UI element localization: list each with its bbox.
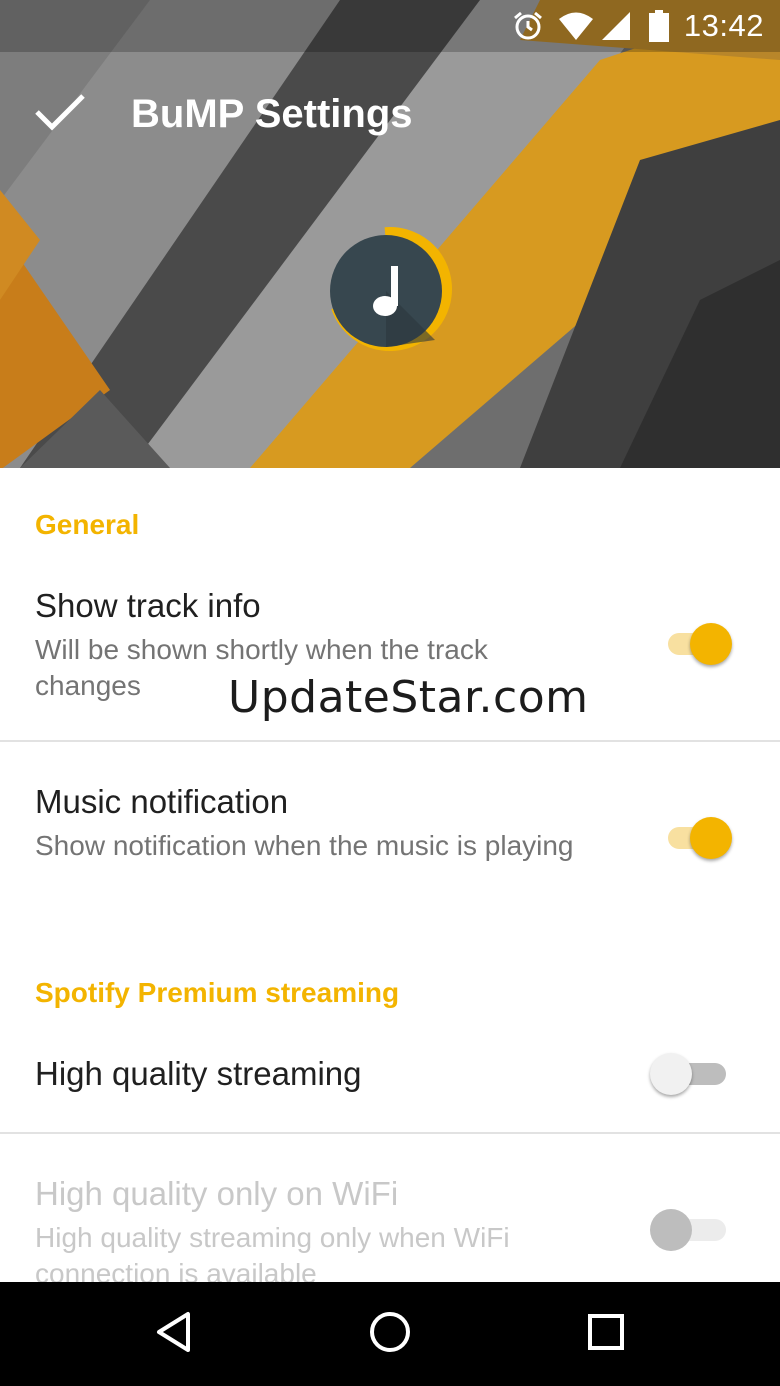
pref-title: High quality streaming [35, 1055, 362, 1092]
recents-icon [586, 1312, 626, 1357]
pref-title: High quality only on WiFi [35, 1175, 399, 1212]
watermark: UpdateStar.com [228, 672, 589, 723]
wifi-icon [558, 10, 594, 47]
nav-recents-button[interactable] [574, 1304, 638, 1364]
battery-icon [648, 10, 670, 47]
pref-high-quality-streaming[interactable]: High quality streaming [0, 1036, 780, 1132]
navigation-bar [0, 1282, 780, 1386]
alarm-icon [512, 10, 544, 47]
music-notification-toggle[interactable] [664, 814, 738, 862]
pref-music-notification[interactable]: Music notification Show notification whe… [0, 764, 780, 924]
show-track-info-toggle[interactable] [664, 620, 738, 668]
pref-title: Show track info [35, 587, 261, 624]
preferences-list: General Show track info Will be shown sh… [0, 468, 780, 1282]
divider [0, 740, 780, 742]
status-clock: 13:42 [683, 8, 764, 43]
settings-header: 13:42 BuMP Settings [0, 0, 780, 468]
nav-back-button[interactable] [142, 1304, 206, 1364]
divider [0, 1132, 780, 1134]
check-icon [33, 92, 87, 137]
page-title: BuMP Settings [131, 92, 413, 136]
high-quality-streaming-toggle[interactable] [650, 1050, 726, 1098]
status-bar: 13:42 [0, 0, 780, 52]
app-logo [325, 224, 455, 354]
signal-icon [600, 10, 632, 47]
confirm-button[interactable] [24, 82, 96, 146]
pref-summary: High quality streaming only when WiFi co… [35, 1222, 510, 1282]
nav-home-button[interactable] [358, 1304, 422, 1364]
home-icon [368, 1310, 412, 1359]
pref-title: Music notification [35, 783, 289, 820]
pref-high-quality-wifi-only: High quality only on WiFi High quality s… [0, 1156, 780, 1282]
section-header-spotify: Spotify Premium streaming [35, 977, 400, 1008]
section-header-general: General [35, 509, 140, 540]
back-icon [154, 1310, 194, 1359]
high-quality-wifi-toggle [650, 1206, 726, 1254]
pref-summary: Show notification when the music is play… [35, 830, 574, 861]
